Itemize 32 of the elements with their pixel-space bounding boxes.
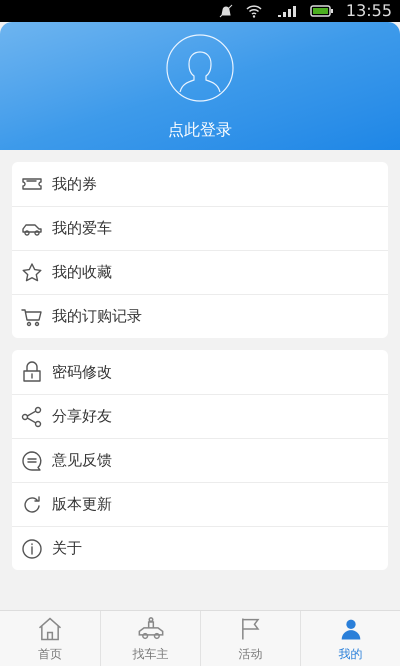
home-icon — [36, 614, 64, 642]
menu-item-label: 分享好友 — [52, 406, 112, 428]
menu-item[interactable]: 版本更新 — [12, 482, 388, 526]
menu-item[interactable]: 关于 — [12, 526, 388, 570]
tab[interactable]: 活动 — [200, 611, 300, 666]
star-icon — [20, 260, 44, 284]
message-icon — [20, 448, 44, 472]
menu-item[interactable]: 密码修改 — [12, 350, 388, 394]
menu-item-label: 关于 — [52, 538, 82, 560]
menu-item[interactable]: 我的爱车 — [12, 206, 388, 250]
battery-icon — [310, 3, 334, 19]
menu-item-label: 我的爱车 — [52, 218, 112, 240]
menu-item[interactable]: 我的收藏 — [12, 250, 388, 294]
mute-icon — [218, 3, 234, 19]
share-icon — [20, 404, 44, 428]
tab[interactable]: 我的 — [300, 611, 400, 666]
avatar-icon[interactable] — [166, 34, 234, 102]
wifi-icon — [246, 3, 262, 19]
menu-item-label: 我的券 — [52, 174, 97, 195]
menu-item-label: 我的订购记录 — [52, 306, 142, 328]
menu-item-label: 密码修改 — [52, 362, 112, 383]
menu-item[interactable]: 意见反馈 — [12, 438, 388, 482]
menu-item-label: 意见反馈 — [52, 450, 112, 472]
menu-item[interactable]: 我的券 — [12, 162, 388, 206]
status-time: 13:55 — [346, 0, 392, 22]
menu-item-label: 版本更新 — [52, 494, 112, 516]
menu-item[interactable]: 我的订购记录 — [12, 294, 388, 338]
menu-item-label: 我的收藏 — [52, 262, 112, 284]
info-icon — [20, 536, 44, 560]
tab[interactable]: 找车主 — [100, 611, 200, 666]
menu-item[interactable]: 分享好友 — [12, 394, 388, 438]
tab[interactable]: 首页 — [0, 611, 100, 666]
